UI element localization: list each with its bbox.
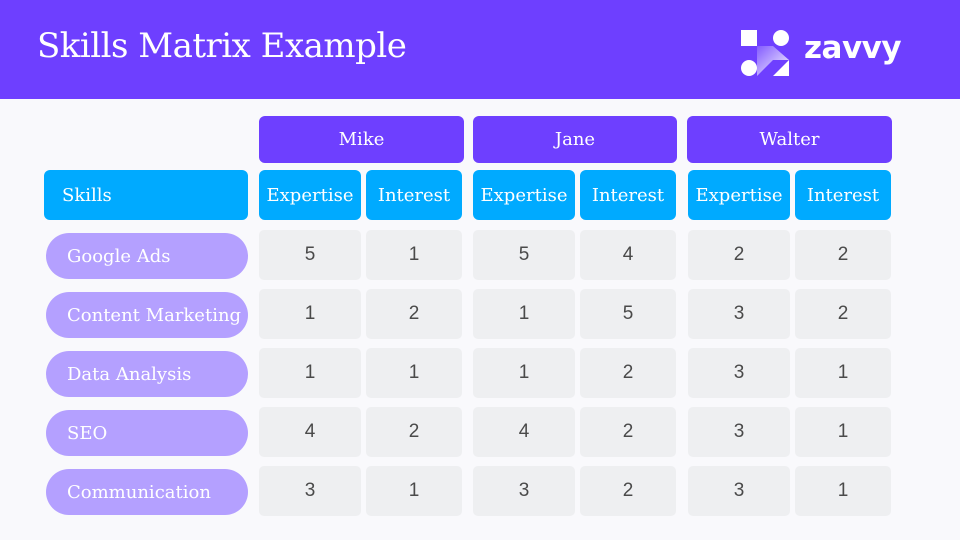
person-header-walter: Walter (687, 116, 892, 163)
walter-expertise-cell: 3 (688, 348, 790, 398)
logo-wordmark: zavvy (804, 30, 902, 66)
mike-expertise-cell: 3 (259, 466, 361, 516)
jane-expertise-cell: 1 (473, 348, 575, 398)
person-header-jane: Jane (473, 116, 677, 163)
jane-expertise-cell: 4 (473, 407, 575, 457)
skill-label: SEO (46, 410, 248, 456)
walter-interest-cell: 1 (795, 348, 891, 398)
walter-interest-header: Interest (795, 170, 891, 220)
jane-interest-cell: 5 (580, 289, 676, 339)
jane-expertise-cell: 3 (473, 466, 575, 516)
skill-label: Data Analysis (46, 351, 248, 397)
skill-label: Content Marketing (46, 292, 248, 338)
jane-interest-cell: 2 (580, 466, 676, 516)
walter-interest-cell: 1 (795, 466, 891, 516)
mike-expertise-header: Expertise (259, 170, 361, 220)
mike-interest-cell: 1 (366, 466, 462, 516)
jane-interest-header: Interest (580, 170, 676, 220)
mike-interest-cell: 2 (366, 407, 462, 457)
mike-interest-cell: 2 (366, 289, 462, 339)
walter-interest-cell: 1 (795, 407, 891, 457)
jane-interest-cell: 4 (580, 230, 676, 280)
jane-interest-cell: 2 (580, 407, 676, 457)
jane-expertise-header: Expertise (473, 170, 575, 220)
jane-expertise-cell: 5 (473, 230, 575, 280)
walter-expertise-cell: 3 (688, 466, 790, 516)
walter-expertise-cell: 3 (688, 407, 790, 457)
walter-interest-cell: 2 (795, 289, 891, 339)
zavvy-logo-icon (741, 30, 789, 76)
walter-interest-cell: 2 (795, 230, 891, 280)
mike-expertise-cell: 1 (259, 348, 361, 398)
walter-expertise-header: Expertise (688, 170, 790, 220)
mike-interest-cell: 1 (366, 348, 462, 398)
mike-expertise-cell: 1 (259, 289, 361, 339)
jane-expertise-cell: 1 (473, 289, 575, 339)
mike-interest-header: Interest (366, 170, 462, 220)
walter-expertise-cell: 3 (688, 289, 790, 339)
skills-column-header: Skills (44, 170, 248, 220)
skill-label: Communication (46, 469, 248, 515)
mike-expertise-cell: 5 (259, 230, 361, 280)
walter-expertise-cell: 2 (688, 230, 790, 280)
page-title: Skills Matrix Example (37, 26, 407, 66)
skill-label: Google Ads (46, 233, 248, 279)
person-header-mike: Mike (259, 116, 464, 163)
jane-interest-cell: 2 (580, 348, 676, 398)
mike-expertise-cell: 4 (259, 407, 361, 457)
header-bar: Skills Matrix Example zavvy (0, 0, 960, 99)
mike-interest-cell: 1 (366, 230, 462, 280)
